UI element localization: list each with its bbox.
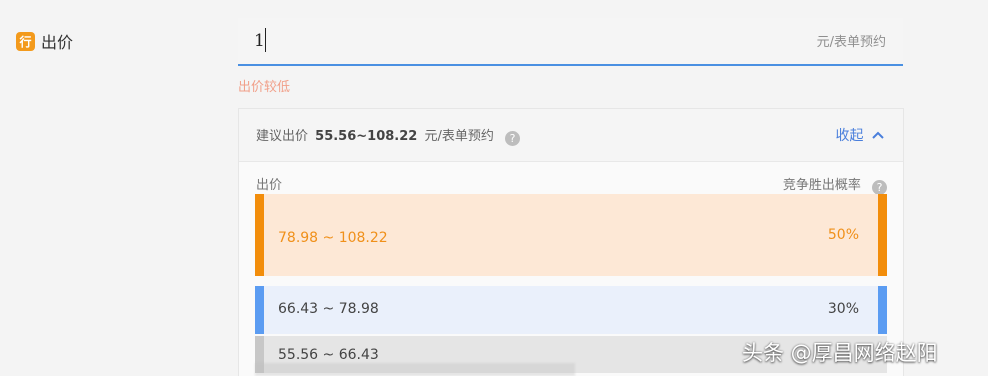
- probability-help-icon[interactable]: ?: [872, 180, 887, 195]
- bid-label: 出价: [41, 33, 74, 52]
- bid-input-container[interactable]: 元/表单预约: [238, 18, 903, 66]
- bid-unit: 元/表单预约: [816, 35, 886, 50]
- bid-range-value: 66.43 ~ 78.98: [278, 301, 379, 317]
- win-probability: 30%: [827, 301, 859, 317]
- win-probability: 50%: [827, 227, 859, 243]
- bid-input[interactable]: [252, 27, 656, 55]
- watermark: 头条 @厚昌网络赵阳: [742, 341, 938, 365]
- bid-table-header: 出价 竞争胜出概率 ?: [239, 171, 903, 195]
- range-color-bar-right: [878, 286, 887, 334]
- suggested-bid-range: 55.56~108.22: [315, 129, 418, 144]
- collapse-label: 收起: [835, 128, 864, 144]
- bid-suggestion-panel: 建议出价 55.56~108.22 元/表单预约 ? 收起 出价 竞争胜出概率 …: [238, 108, 904, 376]
- bid-range-row[interactable]: 66.43 ~ 78.98 30%: [255, 286, 887, 334]
- suggested-bid-prefix: 建议出价: [256, 129, 309, 144]
- collapse-button[interactable]: 收起: [836, 125, 885, 145]
- range-color-bar-right: [878, 194, 887, 276]
- chevron-up-icon: [872, 131, 884, 139]
- suggested-bid-text: 建议出价 55.56~108.22 元/表单预约 ?: [256, 125, 521, 146]
- text-caret: [265, 28, 266, 52]
- bid-range-row[interactable]: 78.98 ~ 108.22 50%: [255, 194, 887, 276]
- suggested-bid-unit: 元/表单预约: [424, 129, 494, 144]
- cropped-bottom-text: [255, 363, 575, 376]
- probability-header-label: 竞争胜出概率: [782, 178, 861, 193]
- help-icon[interactable]: ?: [505, 131, 521, 146]
- price-column-header: 出价: [256, 178, 283, 193]
- suggestion-header: 建议出价 55.56~108.22 元/表单预约 ? 收起: [239, 109, 903, 162]
- bid-label-group: 行 出价: [16, 29, 73, 53]
- bid-range-value: 55.56 ~ 66.43: [278, 347, 379, 363]
- probability-column-header: 竞争胜出概率 ?: [783, 174, 887, 195]
- bid-setting-page: 行 出价 元/表单预约 出价较低 建议出价 55.56~108.22 元/表单预…: [0, 0, 988, 376]
- low-bid-warning: 出价较低: [238, 80, 291, 95]
- range-color-bar-left: [255, 194, 264, 276]
- bid-badge-icon: 行: [16, 31, 35, 51]
- bid-range-value: 78.98 ~ 108.22: [278, 230, 388, 246]
- range-color-bar-left: [255, 286, 264, 334]
